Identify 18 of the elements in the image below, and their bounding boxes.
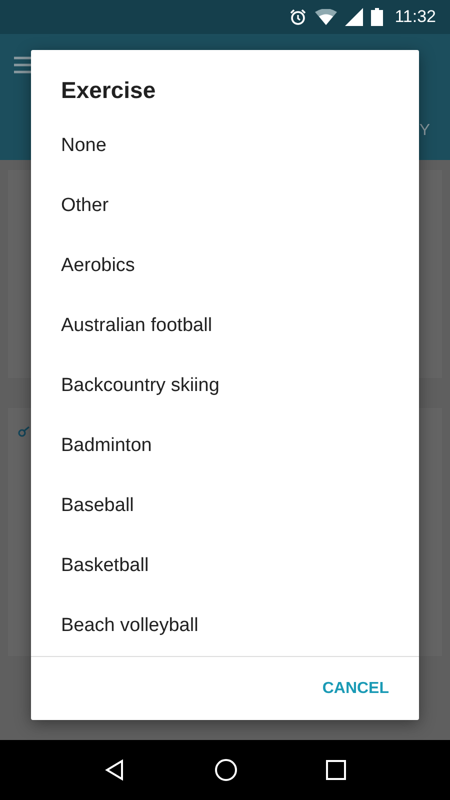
list-item[interactable]: Aerobics [31, 236, 419, 296]
status-time: 11:32 [394, 7, 436, 27]
home-icon[interactable] [214, 758, 238, 782]
alarm-clock-icon [288, 8, 307, 26]
list-item[interactable]: Baseball [31, 476, 419, 536]
recents-icon[interactable] [326, 760, 346, 780]
list-item[interactable]: Basketball [31, 536, 419, 596]
list-item[interactable]: Australian football [31, 296, 419, 356]
list-item[interactable]: Badminton [31, 416, 419, 476]
list-item[interactable]: None [31, 116, 419, 176]
signal-icon [344, 8, 363, 26]
battery-icon [370, 8, 383, 26]
list-item[interactable]: Beach volleyball [31, 596, 419, 656]
wifi-icon [314, 9, 337, 25]
back-icon[interactable] [104, 759, 126, 781]
dialog-title: Exercise [60, 76, 157, 105]
list-item[interactable]: Other [31, 176, 419, 236]
list-item[interactable]: Backcountry skiing [31, 356, 419, 416]
